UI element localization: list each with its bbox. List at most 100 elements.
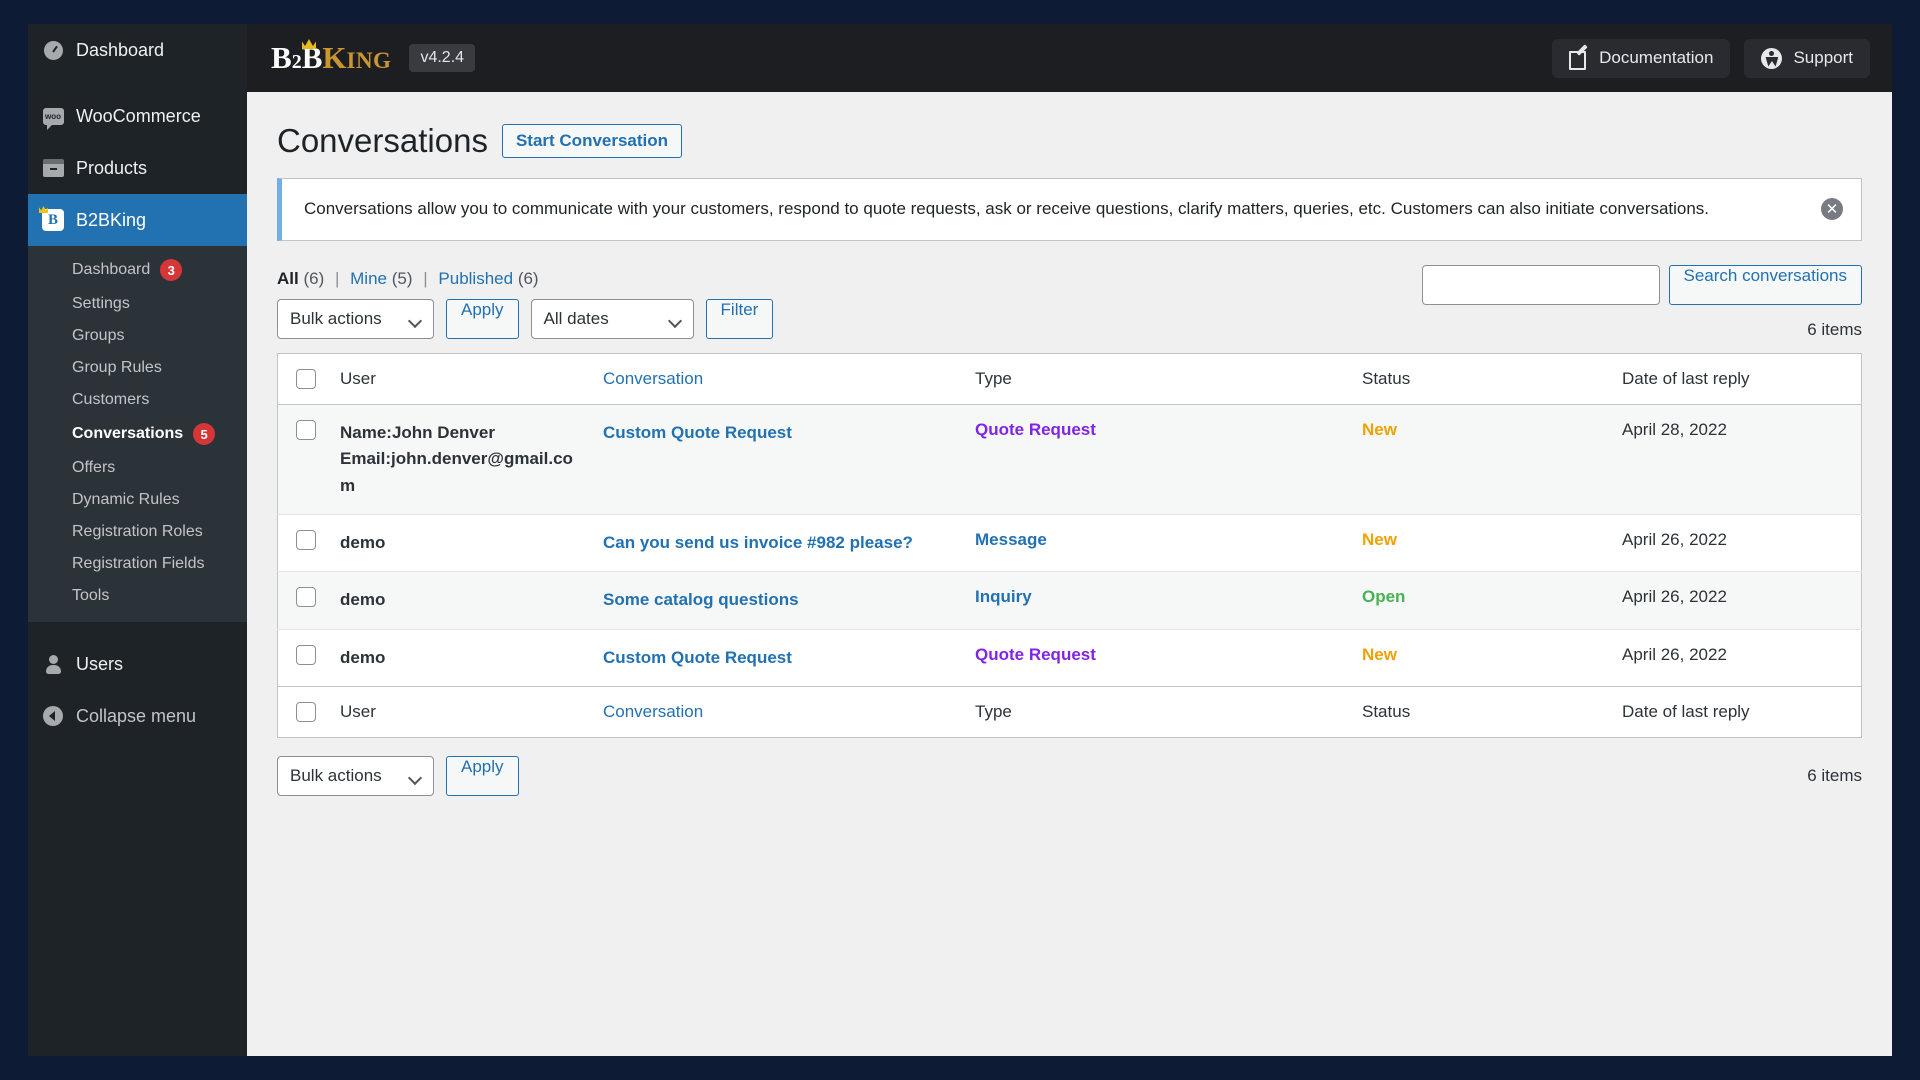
- row-checkbox[interactable]: [296, 419, 316, 440]
- row-conversation[interactable]: Some catalog questions: [591, 572, 963, 629]
- bulk-actions-select-top[interactable]: Bulk actions: [277, 298, 434, 339]
- table-row: demo Some catalog questions Inquiry Open…: [277, 571, 1862, 630]
- sidebar-divider: [28, 622, 247, 638]
- sidebar-item-woocommerce[interactable]: woo WooCommerce: [28, 90, 247, 142]
- sidebar-item-products[interactable]: Products: [28, 142, 247, 194]
- products-icon: [42, 157, 64, 179]
- documentation-icon: [1569, 49, 1588, 70]
- main-content: B 2 B K ING v4.2.4 Documentation Support: [247, 24, 1892, 1056]
- row-type[interactable]: Quote Request: [963, 404, 1350, 514]
- filter-button[interactable]: Filter: [705, 298, 774, 339]
- submenu-item-tools[interactable]: Tools: [28, 580, 247, 612]
- bulk-actions-select-bottom[interactable]: Bulk actions: [277, 755, 434, 796]
- column-footer-type: Type: [963, 685, 1350, 738]
- column-header-status: Status: [1350, 353, 1610, 405]
- table-footer-row: User Conversation Type Status Date of la…: [277, 685, 1862, 738]
- documentation-button[interactable]: Documentation: [1552, 38, 1731, 78]
- table-header-row: User Conversation Type Status Date of la…: [277, 353, 1862, 405]
- table-row: demo Can you send us invoice #982 please…: [277, 514, 1862, 572]
- apply-button-top[interactable]: Apply: [446, 298, 519, 339]
- row-type[interactable]: Inquiry: [963, 572, 1350, 629]
- select-all-footer-cell: [277, 685, 328, 738]
- plugin-header: B 2 B K ING v4.2.4 Documentation Support: [247, 24, 1892, 92]
- submenu-item-offers[interactable]: Offers: [28, 452, 247, 484]
- submenu-badge: 5: [193, 423, 216, 445]
- submenu-item-label: Dynamic Rules: [72, 491, 180, 508]
- view-mine-link[interactable]: Mine: [350, 269, 387, 288]
- row-user: Name:John Denver Email:john.denver@gmail…: [340, 422, 573, 495]
- woocommerce-icon: woo: [42, 105, 64, 130]
- apply-button-bottom[interactable]: Apply: [446, 755, 519, 796]
- sidebar-item-label: WooCommerce: [76, 105, 201, 126]
- column-header-conversation[interactable]: Conversation: [591, 353, 963, 405]
- column-footer-conversation-link[interactable]: Conversation: [603, 702, 703, 721]
- logo-k: K: [322, 40, 347, 75]
- views-links: All (6) | Mine (5) | Published (6): [277, 269, 1422, 289]
- info-notice: Conversations allow you to communicate w…: [277, 178, 1862, 241]
- submenu-item-group-rules[interactable]: Group Rules: [28, 352, 247, 384]
- view-published-count: (6): [517, 268, 539, 288]
- row-conversation[interactable]: Custom Quote Request: [591, 629, 963, 686]
- row-checkbox[interactable]: [296, 529, 316, 550]
- row-type[interactable]: Quote Request: [963, 629, 1350, 686]
- support-button[interactable]: Support: [1744, 38, 1870, 78]
- logo-two: 2: [291, 51, 302, 73]
- row-date: April 26, 2022: [1622, 644, 1727, 664]
- collapse-menu-button[interactable]: Collapse menu: [28, 690, 247, 742]
- column-header-conversation-link[interactable]: Conversation: [603, 369, 703, 388]
- view-mine-count: (5): [391, 268, 413, 288]
- user-icon: [42, 653, 64, 675]
- row-checkbox[interactable]: [296, 587, 316, 608]
- close-icon[interactable]: ✕: [1821, 198, 1843, 221]
- column-footer-conversation[interactable]: Conversation: [591, 685, 963, 738]
- row-date: April 26, 2022: [1622, 529, 1727, 549]
- sidebar-item-b2bking[interactable]: B B2BKing: [28, 194, 255, 246]
- row-checkbox[interactable]: [296, 644, 316, 665]
- dates-filter-select[interactable]: All dates: [530, 298, 694, 339]
- submenu-item-label: Customers: [72, 391, 150, 408]
- views-and-search-row: All (6) | Mine (5) | Published (6) Bulk …: [277, 264, 1862, 340]
- submenu-item-dashboard[interactable]: Dashboard 3: [28, 252, 247, 288]
- submenu-item-settings[interactable]: Settings: [28, 288, 247, 320]
- view-published-link[interactable]: Published: [438, 269, 513, 288]
- sidebar-item-label: Dashboard: [76, 39, 165, 60]
- bulk-actions-label: Bulk actions: [290, 765, 382, 785]
- submenu-item-label: Conversations: [72, 425, 184, 442]
- submenu-item-groups[interactable]: Groups: [28, 320, 247, 352]
- views-separator: |: [334, 268, 340, 288]
- sidebar-item-dashboard[interactable]: Dashboard: [28, 24, 247, 76]
- view-all-link[interactable]: All: [277, 269, 299, 288]
- start-conversation-button[interactable]: Start Conversation: [501, 124, 683, 158]
- submenu-item-label: Tools: [72, 587, 110, 604]
- search-conversations-button[interactable]: Search conversations: [1668, 264, 1862, 305]
- wp-admin-sidebar: Dashboard woo WooCommerce Products B B2B…: [28, 24, 255, 1056]
- search-input[interactable]: [1421, 264, 1660, 305]
- submenu-item-label: Group Rules: [72, 359, 162, 376]
- submenu-item-label: Dashboard: [72, 261, 151, 278]
- select-all-checkbox-footer[interactable]: [296, 701, 316, 722]
- submenu-item-customers[interactable]: Customers: [28, 384, 247, 416]
- logo-ing: ING: [346, 48, 392, 73]
- row-user: demo: [340, 590, 386, 610]
- row-user: demo: [340, 532, 386, 552]
- submenu-badge: 3: [160, 259, 183, 281]
- submenu-item-registration-fields[interactable]: Registration Fields: [28, 548, 247, 580]
- submenu-item-conversations[interactable]: Conversations 5: [28, 416, 247, 452]
- row-type[interactable]: Message: [963, 514, 1350, 571]
- row-conversation[interactable]: Can you send us invoice #982 please?: [591, 514, 963, 571]
- row-date: April 26, 2022: [1622, 587, 1727, 607]
- column-footer-user: User: [328, 685, 591, 738]
- submenu-item-dynamic-rules[interactable]: Dynamic Rules: [28, 484, 247, 516]
- column-footer-status: Status: [1350, 685, 1610, 738]
- select-all-checkbox[interactable]: [296, 368, 316, 389]
- conversations-table: User Conversation Type Status Date of la…: [277, 352, 1862, 738]
- b2bking-logo: B 2 B K ING: [271, 39, 392, 76]
- sidebar-item-users[interactable]: Users: [28, 638, 247, 690]
- column-header-date: Date of last reply: [1610, 353, 1862, 405]
- submenu-item-registration-roles[interactable]: Registration Roles: [28, 516, 247, 548]
- version-badge: v4.2.4: [409, 44, 476, 72]
- items-count-top: 6 items: [1807, 319, 1862, 339]
- row-conversation[interactable]: Custom Quote Request: [591, 404, 963, 514]
- row-status: Open: [1362, 587, 1406, 607]
- submenu-item-label: Registration Roles: [72, 523, 203, 540]
